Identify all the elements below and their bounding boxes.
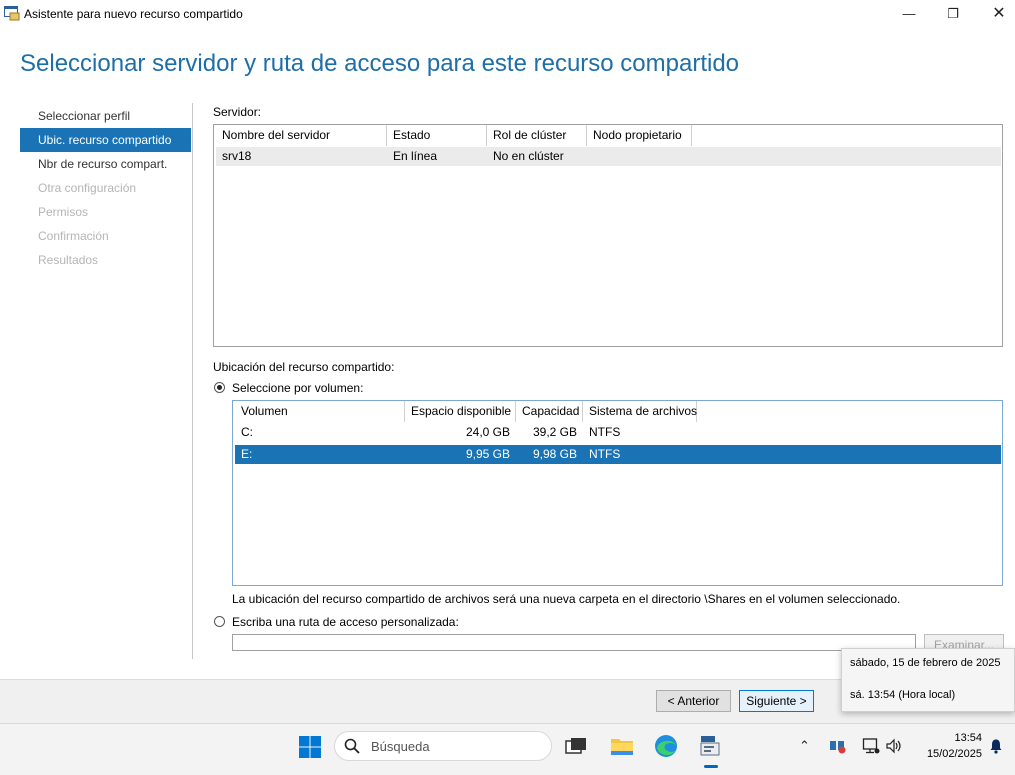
- wizard-steps-nav: Seleccionar perfil Ubic. recurso compart…: [20, 104, 191, 272]
- minimize-button[interactable]: —: [886, 0, 932, 28]
- cell-free-space: 24,0 GB: [465, 425, 510, 439]
- tooltip-time: sá. 13:54 (Hora local): [850, 689, 956, 701]
- window-title: Asistente para nuevo recurso compartido: [24, 7, 243, 21]
- column-header-volume[interactable]: Volumen: [235, 401, 405, 422]
- next-button[interactable]: Siguiente >: [739, 690, 814, 712]
- server-manager-icon[interactable]: [697, 733, 723, 759]
- column-header-status[interactable]: Estado: [387, 125, 487, 146]
- bell-icon[interactable]: [988, 738, 1004, 754]
- column-header-capacity[interactable]: Capacidad: [516, 401, 583, 422]
- tooltip-date: sábado, 15 de febrero de 2025: [850, 657, 1001, 669]
- custom-path-input[interactable]: [232, 634, 916, 651]
- select-by-volume-label[interactable]: Seleccione por volumen:: [232, 381, 363, 395]
- chevron-up-icon[interactable]: ⌃: [799, 738, 810, 754]
- select-by-volume-radio[interactable]: [214, 382, 225, 393]
- taskbar-clock-time[interactable]: 13:54: [950, 732, 982, 744]
- nav-divider: [192, 103, 193, 659]
- table-row[interactable]: srv18 En línea No en clúster: [216, 147, 1001, 166]
- maximize-button[interactable]: ❐: [930, 0, 976, 28]
- server-table-header: Nombre del servidor Estado Rol de clúste…: [216, 125, 1001, 146]
- server-label: Servidor:: [213, 105, 262, 119]
- title-bar: Asistente para nuevo recurso compartido …: [0, 0, 1015, 28]
- table-row-selected[interactable]: E: 9,95 GB 9,98 GB NTFS: [235, 445, 1001, 464]
- cell-volume: E:: [241, 447, 253, 461]
- volume-icon[interactable]: [885, 737, 903, 755]
- nav-item-resultados: Resultados: [38, 253, 99, 267]
- volume-table[interactable]: Volumen Espacio disponible Capacidad Sis…: [232, 400, 1003, 586]
- column-header-cluster-role[interactable]: Rol de clúster: [487, 125, 587, 146]
- active-app-indicator: [704, 765, 718, 768]
- custom-path-label[interactable]: Escriba una ruta de acceso personalizada…: [232, 615, 459, 629]
- cell-free-space: 9,95 GB: [465, 447, 510, 461]
- server-table[interactable]: Nombre del servidor Estado Rol de clúste…: [213, 124, 1003, 347]
- cell-file-system: NTFS: [589, 425, 621, 439]
- cell-status: En línea: [393, 149, 438, 163]
- cell-volume: C:: [241, 425, 253, 439]
- column-header-server-name[interactable]: Nombre del servidor: [216, 125, 387, 146]
- search-icon: [344, 738, 360, 754]
- network-icon[interactable]: [829, 738, 847, 754]
- nav-item-otra-configuracion: Otra configuración: [38, 181, 137, 195]
- display-icon[interactable]: [862, 737, 880, 755]
- nav-item-permisos: Permisos: [38, 205, 89, 219]
- previous-button[interactable]: < Anterior: [656, 690, 731, 712]
- column-header-owner-node[interactable]: Nodo propietario: [587, 125, 692, 146]
- nav-item-seleccionar-perfil[interactable]: Seleccionar perfil: [20, 104, 191, 128]
- cell-capacity: 39,2 GB: [532, 425, 577, 439]
- page-title: Seleccionar servidor y ruta de acceso pa…: [20, 50, 740, 77]
- cell-server-name: srv18: [222, 149, 252, 163]
- task-view-icon[interactable]: [563, 733, 589, 759]
- start-icon[interactable]: [298, 735, 322, 759]
- table-row[interactable]: C: 24,0 GB 39,2 GB NTFS: [235, 423, 1001, 442]
- close-button[interactable]: ✕: [976, 0, 1015, 28]
- cell-cluster-role: No en clúster: [493, 149, 564, 163]
- custom-path-radio[interactable]: [214, 616, 225, 627]
- volume-location-note: La ubicación del recurso compartido de a…: [232, 592, 901, 606]
- nav-item-confirmacion: Confirmación: [38, 229, 109, 243]
- cell-owner-node: [587, 147, 692, 166]
- volume-table-header: Volumen Espacio disponible Capacidad Sis…: [235, 401, 1001, 422]
- edge-icon[interactable]: [653, 733, 679, 759]
- column-header-free-space[interactable]: Espacio disponible: [405, 401, 516, 422]
- share-wizard-icon: [4, 6, 20, 21]
- cell-capacity: 9,98 GB: [532, 447, 577, 461]
- taskbar-clock-date[interactable]: 15/02/2025: [918, 748, 982, 760]
- taskbar-search-box[interactable]: [334, 731, 552, 761]
- nav-item-ubic-recurso[interactable]: Ubic. recurso compartido: [20, 128, 191, 152]
- nav-item-nbr-recurso[interactable]: Nbr de recurso compart.: [20, 152, 191, 176]
- column-header-file-system[interactable]: Sistema de archivos: [583, 401, 697, 422]
- clock-tooltip: sábado, 15 de febrero de 2025 sá. 13:54 …: [841, 648, 1015, 712]
- cell-file-system: NTFS: [589, 447, 621, 461]
- share-location-label: Ubicación del recurso compartido:: [213, 360, 395, 374]
- search-placeholder[interactable]: Búsqueda: [371, 739, 430, 754]
- file-explorer-icon[interactable]: [609, 733, 635, 759]
